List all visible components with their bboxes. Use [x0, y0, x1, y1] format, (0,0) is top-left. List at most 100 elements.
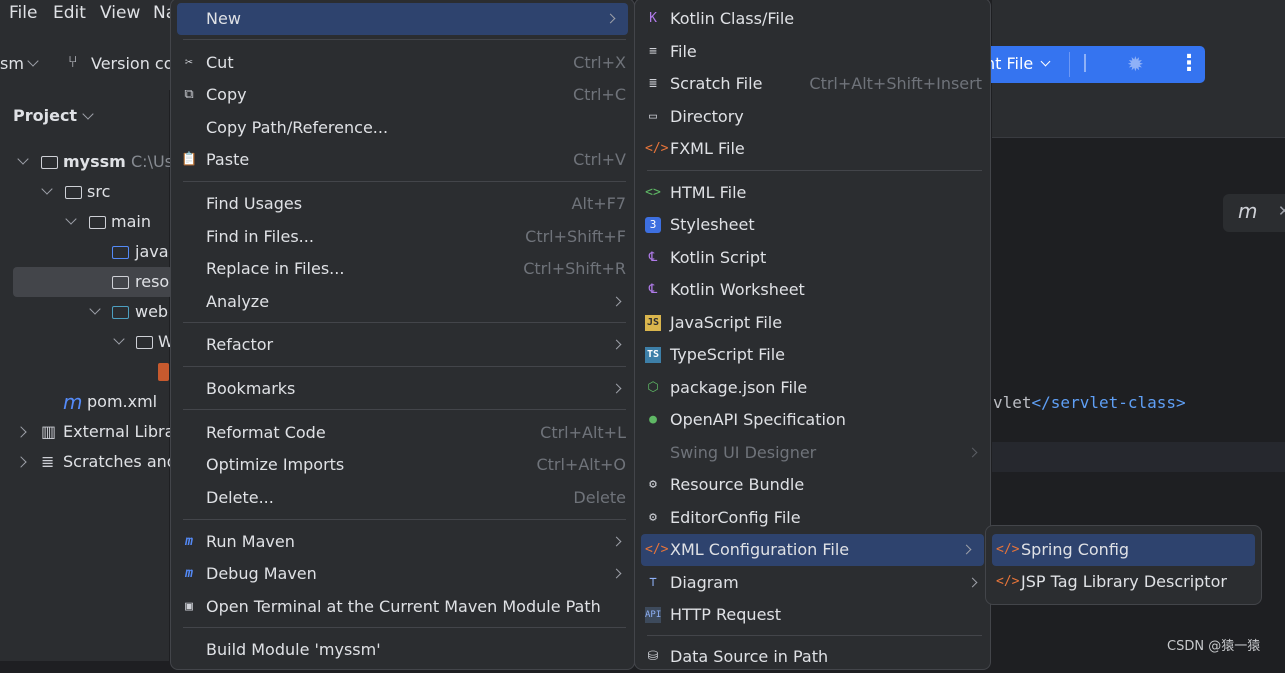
code-tag: </servlet-class> [1031, 393, 1186, 412]
menu-item-copy-path[interactable]: Copy Path/Reference... [171, 112, 634, 144]
menu-file[interactable]: File [9, 3, 37, 23]
separator [183, 181, 626, 182]
xml-jsp-tag-library[interactable]: </> JSP Tag Library Descriptor [986, 566, 1261, 598]
menu-item-find-usages[interactable]: Find Usages Alt+F7 [171, 188, 634, 220]
tree-label: java [135, 242, 169, 261]
new-resource-bundle[interactable]: ⚙ Resource Bundle [635, 469, 990, 501]
folder-icon [65, 186, 82, 199]
new-swing-ui-designer[interactable]: Swing UI Designer [635, 437, 990, 469]
new-html-file[interactable]: <> HTML File [635, 177, 990, 209]
context-menu: New ✂ Cut Ctrl+X ⧉ Copy Ctrl+C Copy Path/Ref… [170, 0, 635, 670]
new-stylesheet[interactable]: 3 Stylesheet [635, 209, 990, 241]
tree-label: reso [135, 272, 170, 291]
folder-icon [136, 336, 153, 349]
new-http-request[interactable]: API HTTP Request [635, 599, 990, 631]
code-line: vlet</servlet-class> [993, 393, 1186, 412]
new-xml-configuration-file[interactable]: </> XML Configuration File [641, 534, 984, 566]
tree-label: src [87, 182, 111, 201]
menu-item-run-maven[interactable]: m Run Maven [171, 526, 634, 558]
xml-spring-config[interactable]: </> Spring Config [992, 534, 1255, 566]
separator [183, 322, 626, 323]
scratches-icon: ≣ [41, 452, 55, 471]
menu-item-debug-maven[interactable]: m Debug Maven [171, 558, 634, 590]
new-fxml-file[interactable]: </> FXML File [635, 133, 990, 165]
new-typescript-file[interactable]: TS TypeScript File [635, 339, 990, 371]
main-toolbar: sm ⑂ Version co [0, 30, 175, 90]
divider [1069, 52, 1070, 77]
new-kotlin-class[interactable]: K Kotlin Class/File [635, 3, 990, 35]
menu-item-replace-in-files[interactable]: Replace in Files... Ctrl+Shift+R [171, 253, 634, 285]
new-openapi-spec[interactable]: ● OpenAPI Specification [635, 404, 990, 436]
menu-item-copy[interactable]: ⧉ Copy Ctrl+C [171, 79, 634, 111]
tree-label: myssm [63, 152, 126, 171]
scissors-icon: ✂ [185, 55, 193, 70]
chevron-right-icon [605, 13, 616, 24]
project-panel-title[interactable]: Project [13, 106, 77, 125]
javascript-icon: JS [645, 315, 661, 331]
tree-label: External Libra [63, 422, 175, 441]
typescript-icon: TS [645, 347, 661, 363]
new-directory[interactable]: ▭ Directory [635, 101, 990, 133]
new-file[interactable]: ≡ File [635, 36, 990, 68]
resources-folder-icon [112, 276, 129, 289]
menu-item-build-module[interactable]: Build Module 'myssm' [171, 634, 634, 666]
separator [647, 635, 982, 636]
gear-icon: ⚙ [649, 477, 657, 492]
code-text: vlet [993, 393, 1032, 412]
tree-label: main [111, 212, 151, 231]
chevron-right-icon [611, 339, 622, 350]
chevron-right-icon [611, 536, 622, 547]
new-kotlin-script[interactable]: ℄ Kotlin Script [635, 242, 990, 274]
menu-item-paste[interactable]: 📋 Paste Ctrl+V [171, 144, 634, 176]
tree-label: Scratches and [63, 452, 177, 471]
tree-path: C:\Us [131, 152, 173, 171]
editor-tabs [992, 90, 1285, 138]
separator [647, 170, 982, 171]
chevron-down-icon [27, 55, 39, 67]
menu-edit[interactable]: Edit [53, 3, 86, 23]
caret-line [992, 442, 1285, 472]
terminal-icon: ▣ [185, 599, 193, 614]
menu-bar: File Edit View Na [0, 0, 176, 30]
branch-icon: ⑂ [68, 52, 78, 71]
tree-label: web [135, 302, 169, 321]
maven-reload-popup: m ✕ [1223, 194, 1285, 232]
menu-item-delete[interactable]: Delete... Delete [171, 482, 634, 514]
project-selector[interactable]: sm [0, 54, 24, 73]
separator [183, 627, 626, 628]
menu-item-analyze[interactable]: Analyze [171, 286, 634, 318]
menu-item-bookmarks[interactable]: Bookmarks [171, 373, 634, 405]
run-icon-outline [1084, 54, 1100, 72]
more-icon[interactable]: ⋮ [1178, 51, 1200, 76]
close-icon[interactable]: ✕ [1278, 202, 1285, 220]
menu-item-open-terminal[interactable]: ▣ Open Terminal at the Current Maven Modu… [171, 591, 634, 623]
new-editorconfig-file[interactable]: ⚙ EditorConfig File [635, 502, 990, 534]
menu-item-cut[interactable]: ✂ Cut Ctrl+X [171, 47, 634, 79]
new-data-source-in-path[interactable]: ⛁ Data Source in Path [635, 641, 990, 673]
menu-item-new[interactable]: New [177, 3, 628, 35]
run-configuration-widget[interactable]: nt File ✹ ⋮ [975, 46, 1205, 83]
new-javascript-file[interactable]: JS JavaScript File [635, 307, 990, 339]
menu-item-find-in-files[interactable]: Find in Files... Ctrl+Shift+F [171, 221, 634, 253]
chevron-right-icon [967, 447, 978, 458]
menu-item-reformat-code[interactable]: Reformat Code Ctrl+Alt+L [171, 417, 634, 449]
debug-icon[interactable]: ✹ [1127, 52, 1144, 76]
new-scratch-file[interactable]: ≣ Scratch File Ctrl+Alt+Shift+Insert [635, 68, 990, 100]
separator [183, 39, 626, 40]
database-icon: ⛁ [647, 649, 659, 664]
source-folder-icon [112, 246, 129, 259]
spring-xml-icon: </> [996, 542, 1020, 557]
new-package-json[interactable]: ⬡ package.json File [635, 372, 990, 404]
new-diagram[interactable]: ⊤ Diagram [635, 567, 990, 599]
menu-item-refactor[interactable]: Refactor [171, 329, 634, 361]
menu-view[interactable]: View [100, 3, 140, 23]
menu-item-optimize-imports[interactable]: Optimize Imports Ctrl+Alt+O [171, 449, 634, 481]
new-kotlin-worksheet[interactable]: ℄ Kotlin Worksheet [635, 274, 990, 306]
xml-icon: </> [996, 574, 1020, 589]
vcs-widget[interactable]: Version co [91, 54, 174, 73]
maven-reload-icon[interactable]: m [1238, 199, 1257, 223]
html-icon: <> [645, 185, 661, 200]
copy-icon: ⧉ [184, 87, 194, 102]
kotlin-icon: K [649, 11, 657, 26]
folder-icon: ▭ [649, 109, 657, 124]
